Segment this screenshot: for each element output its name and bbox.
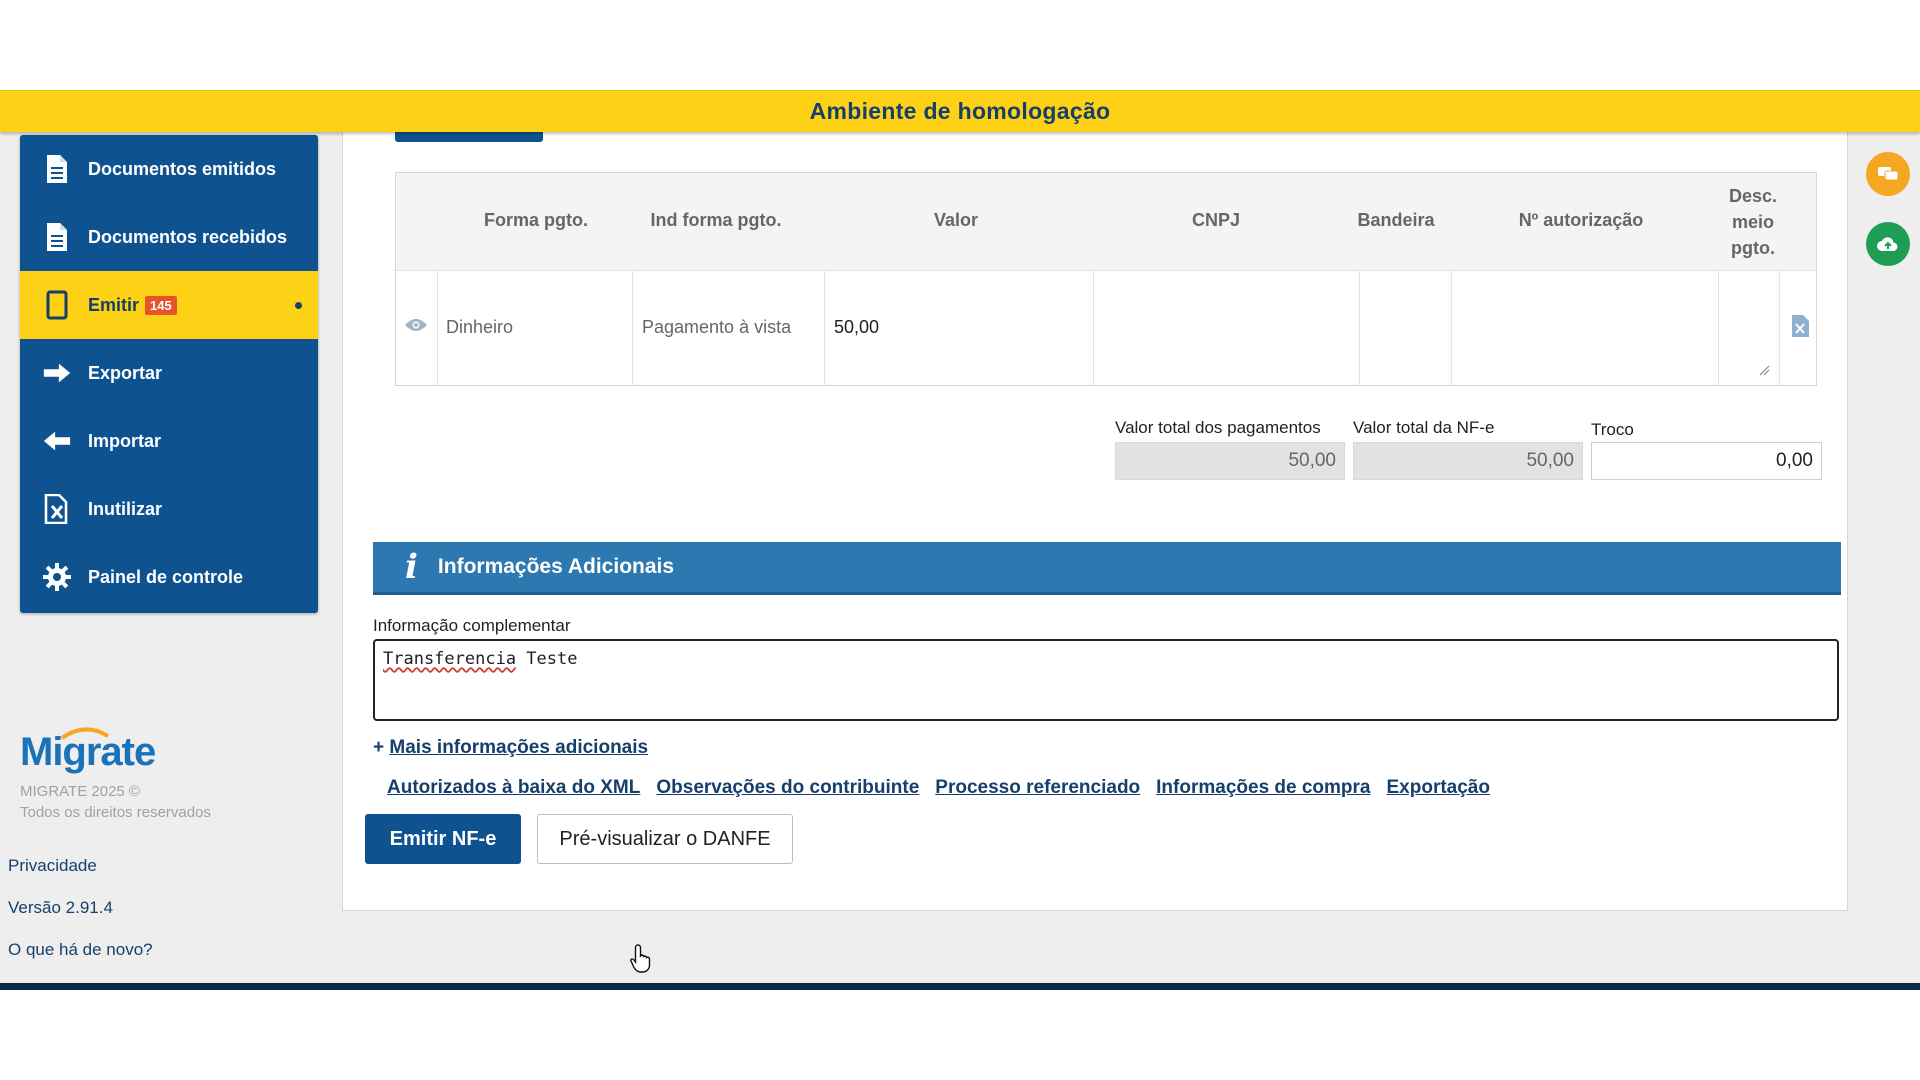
chat-button[interactable] <box>1866 152 1910 196</box>
preview-danfe-button[interactable]: Pré-visualizar o DANFE <box>537 814 793 864</box>
copyright-text: MIGRATE 2025 © <box>20 783 140 800</box>
troco-label: Troco <box>1591 420 1634 439</box>
complementar-label: Informação complementar <box>373 616 571 635</box>
rights-text: Todos os direitos reservados <box>20 804 211 821</box>
plus-icon: + <box>373 737 385 758</box>
complementar-text-rest: Teste <box>516 649 578 669</box>
total-nfe-field: 50,00 <box>1353 442 1583 480</box>
sidebar-item-label: Painel de controle <box>88 566 244 587</box>
delete-row-icon[interactable] <box>1790 314 1810 343</box>
misspelled-word: Transferencia <box>383 649 517 669</box>
count-badge: 145 <box>145 295 177 315</box>
column-header-autorizacao: Nº autorização <box>1518 210 1644 230</box>
payments-table: Forma pgto. Ind forma pgto. Valor CNPJ B… <box>395 172 1817 386</box>
payments-table-header: Forma pgto. Ind forma pgto. Valor CNPJ B… <box>396 173 1816 271</box>
hand-cursor-icon <box>630 943 654 978</box>
environment-banner: Ambiente de homologação <box>0 90 1920 132</box>
sidebar-item-documentos-emitidos[interactable]: Documentos emitidos <box>20 135 318 203</box>
resize-handle-icon[interactable] <box>1758 363 1770 381</box>
sidebar-item-label: Exportar <box>88 362 163 383</box>
emit-nfe-button[interactable]: Emitir NF-e <box>365 814 521 864</box>
page-icon <box>42 290 72 320</box>
app-window: Ambiente de homologação Documentos emiti… <box>0 90 1920 985</box>
column-header-forma: Forma pgto. <box>484 210 588 230</box>
sidebar-item-label: Inutilizar <box>88 498 163 519</box>
column-header-ind-forma: Ind forma pgto. <box>650 210 782 230</box>
sidebar-item-painel-de-controle[interactable]: Painel de controle <box>20 543 318 611</box>
environment-banner-text: Ambiente de homologação <box>809 98 1111 124</box>
total-payments-label: Valor total dos pagamentos <box>1115 418 1321 437</box>
cell-valor[interactable]: 50,00 <box>834 317 879 338</box>
document-icon <box>42 154 72 184</box>
info-section-title: Informações Adicionais <box>437 555 675 578</box>
gear-icon <box>42 562 72 592</box>
total-payments-field: 50,00 <box>1115 442 1345 480</box>
sidebar-item-documentos-recebidos[interactable]: Documentos recebidos <box>20 203 318 271</box>
arrow-right-icon <box>42 358 72 388</box>
active-indicator-dot <box>295 302 302 309</box>
table-row: Dinheiro Pagamento à vista 50,00 <box>396 271 1816 385</box>
link-processo-referenciado[interactable]: Processo referenciado <box>935 777 1140 799</box>
brand-area: Migrate MIGRATE 2025 © Todos os direitos… <box>20 727 310 821</box>
sidebar-item-exportar[interactable]: Exportar <box>20 339 318 407</box>
column-header-bandeira: Bandeira <box>1357 210 1435 230</box>
more-info-label: Mais informações adicionais <box>389 737 649 758</box>
sidebar-item-label: Importar <box>88 430 162 451</box>
troco-field[interactable]: 0,00 <box>1591 442 1822 480</box>
document-cancel-icon <box>42 494 72 524</box>
sidebar-item-label: Documentos recebidos <box>88 226 288 247</box>
column-header-cnpj: CNPJ <box>1191 210 1240 230</box>
privacy-link[interactable]: Privacidade <box>8 856 97 876</box>
link-informacoes-compra[interactable]: Informações de compra <box>1156 777 1370 799</box>
cell-ind-forma[interactable]: Pagamento à vista <box>642 317 812 338</box>
main-panel: Forma pgto. Ind forma pgto. Valor CNPJ B… <box>342 130 1848 911</box>
arrow-left-icon <box>42 426 72 456</box>
sidebar-item-importar[interactable]: Importar <box>20 407 318 475</box>
total-nfe-label: Valor total da NF-e <box>1353 418 1495 437</box>
chat-icon <box>1878 167 1899 181</box>
column-header-valor: Valor <box>933 210 979 230</box>
info-links: Autorizados à baixa do XML Observações d… <box>387 777 1490 799</box>
sidebar-item-inutilizar[interactable]: Inutilizar <box>20 475 318 543</box>
link-observacoes-contribuinte[interactable]: Observações do contribuinte <box>656 777 919 799</box>
window-bottom-border <box>0 983 1920 990</box>
sidebar-item-emitir[interactable]: Emitir 145 <box>20 271 318 339</box>
sidebar: Documentos emitidos Documentos recebidos… <box>20 135 318 613</box>
link-autorizados-xml[interactable]: Autorizados à baixa do XML <box>387 777 640 799</box>
sidebar-item-label: Emitir <box>88 294 140 315</box>
migrate-logo: Migrate <box>20 727 156 774</box>
cloud-upload-icon <box>1877 237 1898 251</box>
link-exportacao[interactable]: Exportação <box>1387 777 1490 799</box>
info-section-header: i Informações Adicionais <box>373 542 1841 595</box>
whats-new-link[interactable]: O que há de novo? <box>8 940 153 960</box>
eye-icon[interactable] <box>404 317 428 338</box>
complementar-textarea[interactable]: Transferencia Teste <box>373 639 1839 721</box>
version-link[interactable]: Versão 2.91.4 <box>8 898 113 918</box>
sidebar-item-label: Documentos emitidos <box>88 158 277 179</box>
document-icon <box>42 222 72 252</box>
more-info-link[interactable]: + Mais informações adicionais <box>373 737 648 759</box>
cell-forma[interactable]: Dinheiro <box>446 317 513 338</box>
cloud-upload-button[interactable] <box>1866 222 1910 266</box>
column-header-desc: Desc. meio pgto. <box>1728 186 1778 258</box>
info-icon: i <box>405 547 418 587</box>
